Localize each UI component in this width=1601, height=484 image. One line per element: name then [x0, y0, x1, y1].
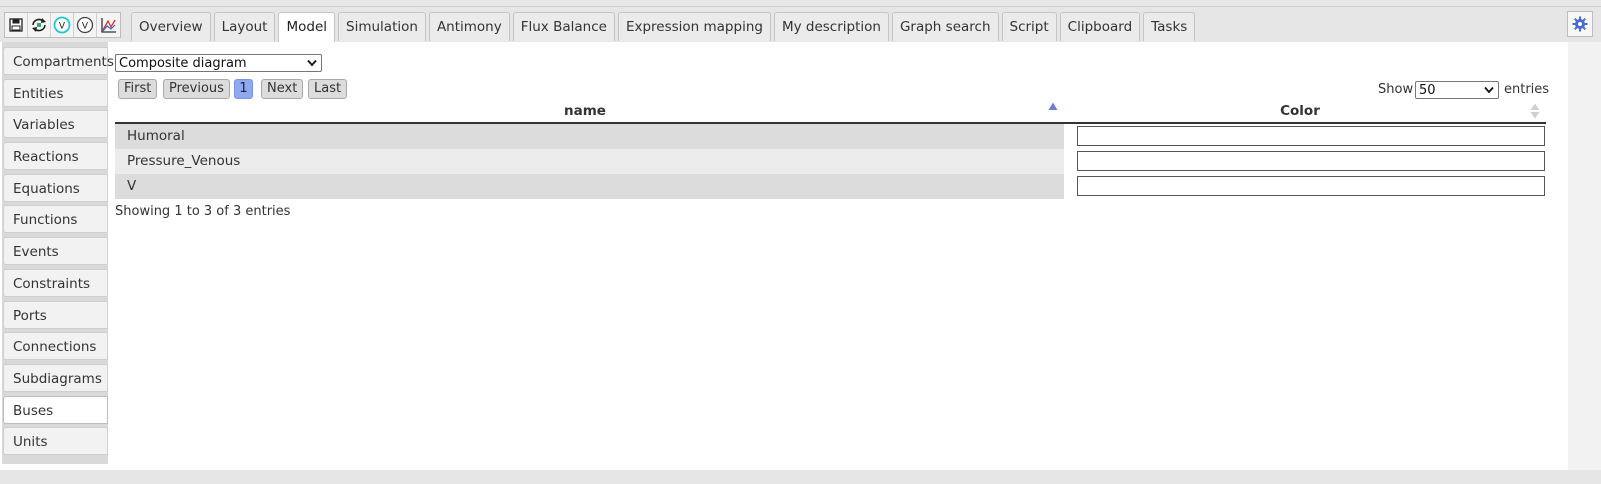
tab-bar: Overview Layout Model Simulation Antimon… [131, 12, 1198, 43]
svg-text:V: V [82, 22, 89, 32]
sidebar-item-subdiagrams[interactable]: Subdiagrams [3, 363, 108, 392]
cell-name: Humoral [115, 124, 1064, 149]
pagination-next-button[interactable]: Next [261, 79, 304, 99]
window-top-band [0, 0, 1601, 7]
column-header-color[interactable]: Color [1064, 103, 1536, 119]
tab-model[interactable]: Model [278, 12, 336, 43]
sidebar-item-connections[interactable]: Connections [3, 332, 108, 361]
color-input[interactable] [1077, 126, 1545, 146]
chevron-down-icon [1484, 86, 1494, 94]
cell-color [1064, 124, 1546, 149]
pagination-page-1[interactable]: 1 [234, 79, 253, 99]
tab-graph-search[interactable]: Graph search [891, 12, 999, 41]
sidebar-item-variables[interactable]: Variables [3, 110, 108, 139]
sort-ascending-icon [1048, 102, 1058, 110]
diagram-select-value: Composite diagram [119, 55, 247, 71]
tab-overview[interactable]: Overview [131, 12, 211, 41]
gear-icon[interactable] [1567, 11, 1593, 37]
sidebar-item-entities[interactable]: Entities [3, 78, 108, 107]
table-info: Showing 1 to 3 of 3 entries [115, 204, 291, 219]
validate-icon[interactable]: V [51, 13, 74, 37]
tab-simulation[interactable]: Simulation [338, 12, 426, 41]
sidebar-item-ports[interactable]: Ports [3, 300, 108, 329]
table-row: V [115, 174, 1546, 199]
refresh-icon[interactable] [28, 13, 51, 37]
cell-name: V [115, 174, 1064, 199]
table-row: Pressure_Venous [115, 149, 1546, 174]
cell-color [1064, 174, 1546, 199]
sidebar-item-units[interactable]: Units [3, 427, 108, 456]
sidebar-item-buses[interactable]: Buses [3, 395, 108, 424]
sidebar: Compartments Entities Variables Reaction… [2, 42, 114, 464]
save-icon[interactable] [5, 13, 28, 37]
tab-tasks[interactable]: Tasks [1143, 12, 1196, 41]
sidebar-item-compartments[interactable]: Compartments [3, 47, 114, 75]
svg-text:V: V [59, 22, 66, 32]
validate-outline-icon[interactable]: V [74, 13, 97, 37]
diagram-select[interactable]: Composite diagram [115, 54, 322, 72]
color-input[interactable] [1077, 176, 1545, 196]
pagination-first-button[interactable]: First [118, 79, 158, 99]
tab-script[interactable]: Script [1001, 12, 1057, 41]
sort-both-icon [1530, 103, 1540, 119]
cell-name: Pressure_Venous [115, 149, 1064, 174]
toolbar: V V Overview Layout Model Simulation Ant… [0, 7, 1601, 43]
sidebar-item-reactions[interactable]: Reactions [3, 142, 108, 171]
chevron-down-icon [307, 59, 317, 67]
sidebar-item-equations[interactable]: Equations [3, 173, 108, 202]
entries-per-page-value: 50 [1419, 82, 1436, 98]
tab-clipboard[interactable]: Clipboard [1059, 12, 1141, 41]
sidebar-item-constraints[interactable]: Constraints [3, 268, 108, 297]
table-row: Humoral [115, 124, 1546, 149]
tab-expression-mapping[interactable]: Expression mapping [617, 12, 771, 41]
window-bottom-band [0, 470, 1601, 484]
entries-label: entries [1504, 82, 1550, 97]
column-header-name[interactable]: name [115, 103, 1055, 119]
plot-icon[interactable] [97, 13, 120, 37]
sidebar-item-events[interactable]: Events [3, 237, 108, 266]
tab-antimony[interactable]: Antimony [428, 12, 510, 41]
tab-my-description[interactable]: My description [773, 12, 889, 41]
pagination-last-button[interactable]: Last [308, 79, 348, 99]
toolbar-icon-group: V V [4, 12, 121, 38]
pagination-previous-button[interactable]: Previous [163, 79, 230, 99]
main-panel: Compartments Entities Variables Reaction… [0, 42, 1569, 470]
show-label: Show [1378, 82, 1414, 97]
color-input[interactable] [1077, 151, 1545, 171]
tab-flux-balance[interactable]: Flux Balance [512, 12, 615, 41]
right-gutter [1568, 42, 1601, 470]
sidebar-item-functions[interactable]: Functions [3, 205, 108, 234]
tab-layout[interactable]: Layout [213, 12, 276, 41]
cell-color [1064, 149, 1546, 174]
entries-per-page-select[interactable]: 50 [1415, 81, 1499, 99]
